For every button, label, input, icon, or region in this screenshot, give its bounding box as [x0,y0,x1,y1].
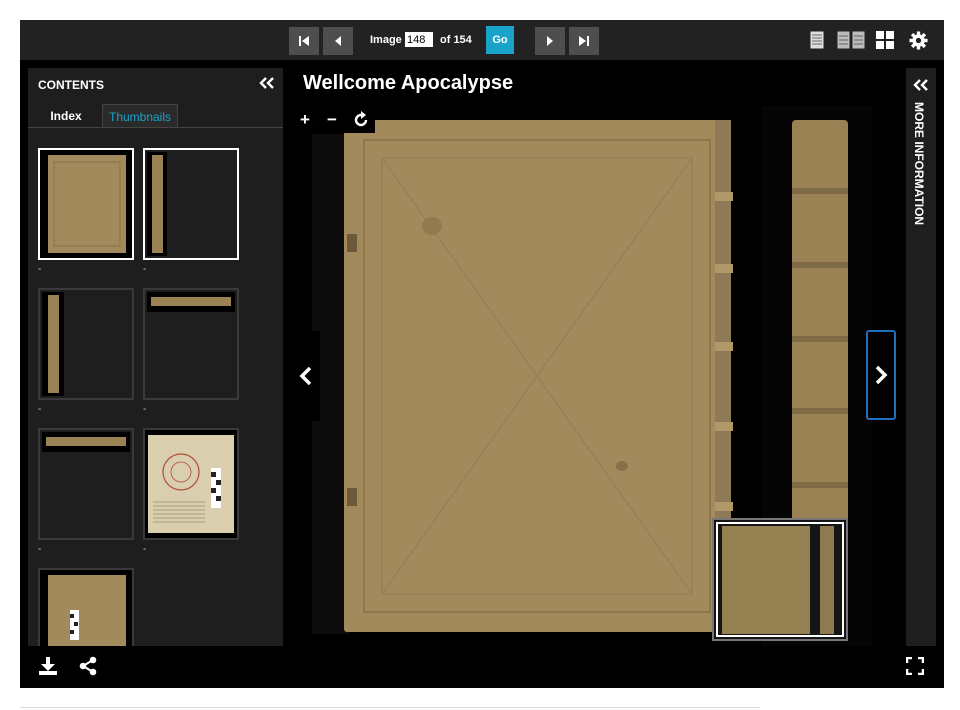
image-label: Image [370,34,402,46]
go-button[interactable]: Go [486,26,514,54]
tab-divider [28,127,283,128]
expand-icon[interactable] [913,78,929,92]
one-up-view-icon[interactable] [810,31,824,49]
more-information-panel: MORE INFORMATION [906,68,936,646]
previous-page-button[interactable] [323,27,353,55]
image-canvas[interactable] [292,106,878,646]
tab-index[interactable]: Index [38,104,94,128]
thumbnail-caption: - [38,264,42,275]
thumbnail-item[interactable] [143,148,239,260]
zoom-out-icon[interactable]: − [327,111,337,128]
more-information-label[interactable]: MORE INFORMATION [912,102,926,225]
next-page-icon [547,36,553,46]
next-page-button[interactable] [535,27,565,55]
thumbnail-caption: - [143,544,147,555]
contents-panel: CONTENTS Index Thumbnails - - - - - - [28,68,283,646]
thumbnail-caption: - [38,544,42,555]
thumbnail-caption: - [143,264,147,275]
book-spine-thumbnail [145,150,237,258]
gallery-view-icon[interactable] [876,31,894,49]
thumbnail-item[interactable] [38,428,134,540]
thumbnail-caption: - [143,404,147,415]
collapse-icon[interactable] [259,76,275,90]
first-page-icon [299,36,309,46]
book-image [292,106,878,646]
thumbnail-item[interactable] [143,288,239,400]
last-page-button[interactable] [569,27,599,55]
previous-page-icon [335,36,341,46]
thumbnail-caption: - [38,404,42,415]
image-number-input[interactable] [405,32,433,47]
book-edge-thumbnail [40,430,132,538]
contents-title: CONTENTS [38,78,104,92]
image-total-label: of 154 [440,34,472,46]
last-page-icon [579,36,589,46]
rotate-icon[interactable] [352,111,370,129]
book-cover-thumbnail [40,150,132,258]
zoom-in-icon[interactable]: + [300,111,310,128]
thumbnail-item[interactable] [143,428,239,540]
tab-thumbnails[interactable]: Thumbnails [102,104,178,128]
manuscript-page-thumbnail [145,430,237,538]
top-toolbar: Image of 154 Go [20,20,944,60]
book-edge-thumbnail [145,290,237,398]
thumbnail-item[interactable] [38,288,134,400]
settings-icon[interactable] [909,31,928,50]
fullscreen-icon[interactable] [906,657,924,675]
share-icon[interactable] [78,656,98,676]
chevron-right-icon [875,365,888,385]
thumbnail-item[interactable] [38,148,134,260]
chevron-left-icon [299,366,312,386]
book-spine-thumbnail [40,290,132,398]
previous-image-button[interactable] [292,331,320,421]
thumbnail-item[interactable] [38,568,134,646]
download-icon[interactable] [38,656,58,676]
next-image-button[interactable] [866,330,896,420]
viewer: Image of 154 Go CONT [20,20,944,688]
page-title: Wellcome Apocalypse [303,72,514,94]
first-page-button[interactable] [289,27,319,55]
two-up-view-icon[interactable] [837,31,865,49]
page-divider [20,707,760,708]
book-cover-thumbnail [40,570,132,646]
zoom-controls: + − [292,106,375,133]
